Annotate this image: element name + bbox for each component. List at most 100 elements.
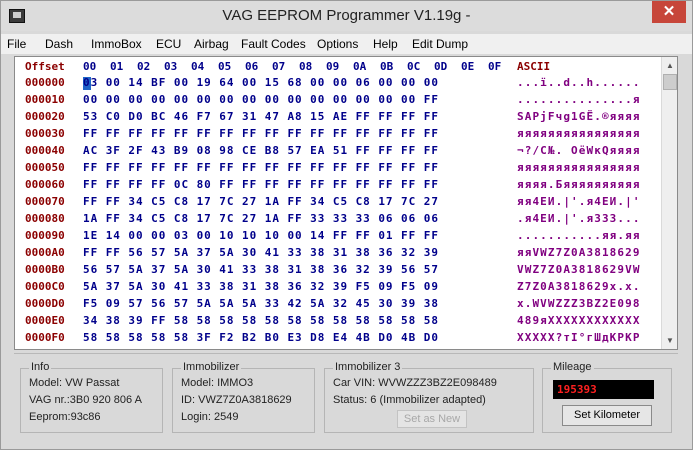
row-hex-bytes[interactable]: FF FF 56 57 5A 37 5A 30 41 33 38 31 38 3… bbox=[83, 246, 439, 259]
menu-file[interactable]: File bbox=[7, 37, 26, 51]
hex-row[interactable]: 000030 FF FF FF FF FF FF FF FF FF FF FF F… bbox=[15, 127, 660, 144]
row-ascii[interactable]: ¬?/C№. ОёWкQяяяя bbox=[517, 144, 641, 157]
row-offset: 000090 bbox=[25, 229, 65, 242]
menu-edit-dump[interactable]: Edit Dump bbox=[412, 37, 468, 51]
row-ascii[interactable]: VWZ7Z0A3818629VW bbox=[517, 263, 641, 276]
row-hex-bytes[interactable]: FF FF FF FF FF FF FF FF FF FF FF FF FF F… bbox=[83, 127, 439, 140]
immobilizer-id: ID: VWZ7Z0A3818629 bbox=[181, 394, 292, 406]
row-hex-bytes[interactable]: F5 09 57 56 57 5A 5A 5A 33 42 5A 32 45 3… bbox=[83, 297, 439, 310]
hex-row[interactable]: 0000A0 FF FF 56 57 5A 37 5A 30 41 33 38 3… bbox=[15, 246, 660, 263]
row-hex-bytes[interactable]: AC 3F 2F 43 B9 08 98 CE B8 57 EA 51 FF F… bbox=[83, 144, 439, 157]
scroll-up-arrow-icon[interactable]: ▲ bbox=[662, 57, 677, 74]
set-as-new-button[interactable]: Set as New bbox=[397, 410, 467, 428]
immobilizer3-title: Immobilizer 3 bbox=[333, 361, 403, 373]
column-header: 0C bbox=[407, 60, 421, 73]
hex-row[interactable]: 000070 FF FF 34 C5 C8 17 7C 27 1A FF 34 C… bbox=[15, 195, 660, 212]
column-header: 06 bbox=[245, 60, 259, 73]
menu-ecu[interactable]: ECU bbox=[156, 37, 181, 51]
hex-row[interactable]: 0000E0 34 38 39 FF 58 58 58 58 58 58 58 5… bbox=[15, 314, 660, 331]
menu-options[interactable]: Options bbox=[317, 37, 358, 51]
window-title: VAG EEPROM Programmer V1.19g - bbox=[222, 7, 471, 24]
row-ascii[interactable]: ...ї..d..h...... bbox=[517, 76, 641, 89]
info-title: Info bbox=[29, 361, 52, 373]
hex-editor[interactable]: Offset 00 01 02 03 04 05 06 07 08 09 0A … bbox=[14, 56, 678, 350]
mileage-group: Mileage 195393 Set Kilometer bbox=[542, 361, 672, 433]
hex-row[interactable]: 000050 FF FF FF FF FF FF FF FF FF FF FF F… bbox=[15, 161, 660, 178]
row-ascii[interactable]: ...........яя.яя bbox=[517, 229, 641, 242]
row-hex-bytes[interactable]: 1A FF 34 C5 C8 17 7C 27 1A FF 33 33 33 0… bbox=[83, 212, 439, 225]
row-hex-bytes[interactable]: 56 57 5A 37 5A 30 41 33 38 31 38 36 32 3… bbox=[83, 263, 439, 276]
hex-row[interactable]: 000040 AC 3F 2F 43 B9 08 98 CE B8 57 EA 5… bbox=[15, 144, 660, 161]
menu-dash[interactable]: Dash bbox=[45, 37, 73, 51]
hex-row[interactable]: 000060 FF FF FF FF 0C 80 FF FF FF FF FF F… bbox=[15, 178, 660, 195]
close-button[interactable]: ✕ bbox=[652, 1, 686, 23]
immobilizer-model: Model: IMMO3 bbox=[181, 377, 254, 389]
menu-airbag[interactable]: Airbag bbox=[194, 37, 229, 51]
vertical-scrollbar[interactable]: ▲ ▼ bbox=[661, 57, 677, 349]
hex-row[interactable]: 0000D0 F5 09 57 56 57 5A 5A 5A 33 42 5A 3… bbox=[15, 297, 660, 314]
column-header: 05 bbox=[218, 60, 232, 73]
immobilizer-title: Immobilizer bbox=[181, 361, 242, 373]
info-eeprom: Eeprom:93c86 bbox=[29, 411, 101, 423]
app-window: VAG EEPROM Programmer V1.19g - ✕ File Da… bbox=[0, 0, 693, 450]
info-group: Info Model: VW Passat VAG nr.:3B0 920 80… bbox=[20, 361, 163, 433]
info-vag-nr: VAG nr.:3B0 920 806 A bbox=[29, 394, 142, 406]
menu-fault-codes[interactable]: Fault Codes bbox=[241, 37, 306, 51]
hex-row[interactable]: 000020 53 C0 D0 BC 46 F7 67 31 47 A8 15 A… bbox=[15, 110, 660, 127]
menu-help[interactable]: Help bbox=[373, 37, 398, 51]
hex-row[interactable]: 0000F0 58 58 58 58 58 3F F2 B2 B0 E3 D8 E… bbox=[15, 331, 660, 348]
column-header: 0B bbox=[380, 60, 394, 73]
row-ascii[interactable]: XXXXX?тІ°гШдKРKР bbox=[517, 331, 641, 344]
row-hex-bytes[interactable]: FF FF 34 C5 C8 17 7C 27 1A FF 34 C5 C8 1… bbox=[83, 195, 439, 208]
row-offset: 0000A0 bbox=[25, 246, 65, 259]
row-hex-bytes[interactable]: 53 C0 D0 BC 46 F7 67 31 47 A8 15 AE FF F… bbox=[83, 110, 439, 123]
row-offset: 000030 bbox=[25, 127, 65, 140]
column-header: 02 bbox=[137, 60, 151, 73]
row-offset: 000000 bbox=[25, 76, 65, 89]
row-hex-bytes[interactable]: 5A 37 5A 30 41 33 38 31 38 36 32 39 F5 0… bbox=[83, 280, 439, 293]
row-ascii[interactable]: яяяя.Бяяяяяяяяяя bbox=[517, 178, 641, 191]
row-offset: 0000F0 bbox=[25, 331, 65, 344]
hex-row[interactable]: 000080 1A FF 34 C5 C8 17 7C 27 1A FF 33 3… bbox=[15, 212, 660, 229]
row-hex-bytes[interactable]: FF FF FF FF FF FF FF FF FF FF FF FF FF F… bbox=[83, 161, 439, 174]
row-ascii[interactable]: .я4ЕИ.|'.я333... bbox=[517, 212, 641, 225]
row-ascii[interactable]: яя4ЕИ.|'.я4ЕИ.|' bbox=[517, 195, 641, 208]
hex-row[interactable]: 0000B0 56 57 5A 37 5A 30 41 33 38 31 38 3… bbox=[15, 263, 660, 280]
row-ascii[interactable]: яяяяяяяяяяяяяяяя bbox=[517, 161, 641, 174]
row-ascii[interactable]: яяяяяяяяяяяяяяяя bbox=[517, 127, 641, 140]
status-panel: Info Model: VW Passat VAG nr.:3B0 920 80… bbox=[14, 353, 678, 438]
set-kilometer-button[interactable]: Set Kilometer bbox=[562, 405, 652, 426]
row-offset: 000070 bbox=[25, 195, 65, 208]
hex-row[interactable]: 000090 1E 14 00 00 03 00 10 10 10 00 14 F… bbox=[15, 229, 660, 246]
scroll-thumb[interactable] bbox=[663, 74, 677, 90]
row-hex-bytes[interactable]: 1E 14 00 00 03 00 10 10 10 00 14 FF FF 0… bbox=[83, 229, 439, 242]
row-offset: 000040 bbox=[25, 144, 65, 157]
hex-row[interactable]: 0000C0 5A 37 5A 30 41 33 38 31 38 36 32 3… bbox=[15, 280, 660, 297]
row-hex-bytes[interactable]: 58 58 58 58 58 3F F2 B2 B0 E3 D8 E4 4B D… bbox=[83, 331, 439, 344]
title-bar: VAG EEPROM Programmer V1.19g - ✕ bbox=[1, 1, 692, 31]
row-ascii[interactable]: 489яXXXXXXXXXXXX bbox=[517, 314, 641, 327]
row-offset: 000060 bbox=[25, 178, 65, 191]
immobilizer-login: Login: 2549 bbox=[181, 411, 239, 423]
immobilizer3-group: Immobilizer 3 Car VIN: WVWZZZ3BZ2E098489… bbox=[324, 361, 534, 433]
hex-row[interactable]: 000000 03 00 14 BF 00 19 64 00 15 68 00 0… bbox=[15, 76, 660, 93]
row-offset: 000050 bbox=[25, 161, 65, 174]
mileage-title: Mileage bbox=[551, 361, 594, 373]
row-hex-bytes[interactable]: 34 38 39 FF 58 58 58 58 58 58 58 58 58 5… bbox=[83, 314, 439, 327]
row-ascii[interactable]: ...............я bbox=[517, 93, 641, 106]
scroll-down-arrow-icon[interactable]: ▼ bbox=[662, 332, 677, 349]
column-header: 0E bbox=[461, 60, 475, 73]
row-ascii[interactable]: x.WVWZZZ3BZ2E098 bbox=[517, 297, 641, 310]
menu-immobox[interactable]: ImmoBox bbox=[91, 37, 142, 51]
hex-row[interactable]: 000010 00 00 00 00 00 00 00 00 00 00 00 0… bbox=[15, 93, 660, 110]
row-hex-bytes[interactable]: 03 00 14 BF 00 19 64 00 15 68 00 00 06 0… bbox=[83, 76, 439, 89]
row-hex-bytes[interactable]: FF FF FF FF 0C 80 FF FF FF FF FF FF FF F… bbox=[83, 178, 439, 191]
column-header: 04 bbox=[191, 60, 205, 73]
row-ascii[interactable]: SАРјFчg1GЁ.®яяяя bbox=[517, 110, 641, 123]
row-ascii[interactable]: Z7Z0A3818629x.x. bbox=[517, 280, 641, 293]
info-model: Model: VW Passat bbox=[29, 377, 120, 389]
immobilizer-status: Status: 6 (Immobilizer adapted) bbox=[333, 394, 486, 406]
car-vin: Car VIN: WVWZZZ3BZ2E098489 bbox=[333, 377, 497, 389]
row-hex-bytes[interactable]: 00 00 00 00 00 00 00 00 00 00 00 00 00 0… bbox=[83, 93, 439, 106]
row-ascii[interactable]: яяVWZ7Z0A3818629 bbox=[517, 246, 641, 259]
